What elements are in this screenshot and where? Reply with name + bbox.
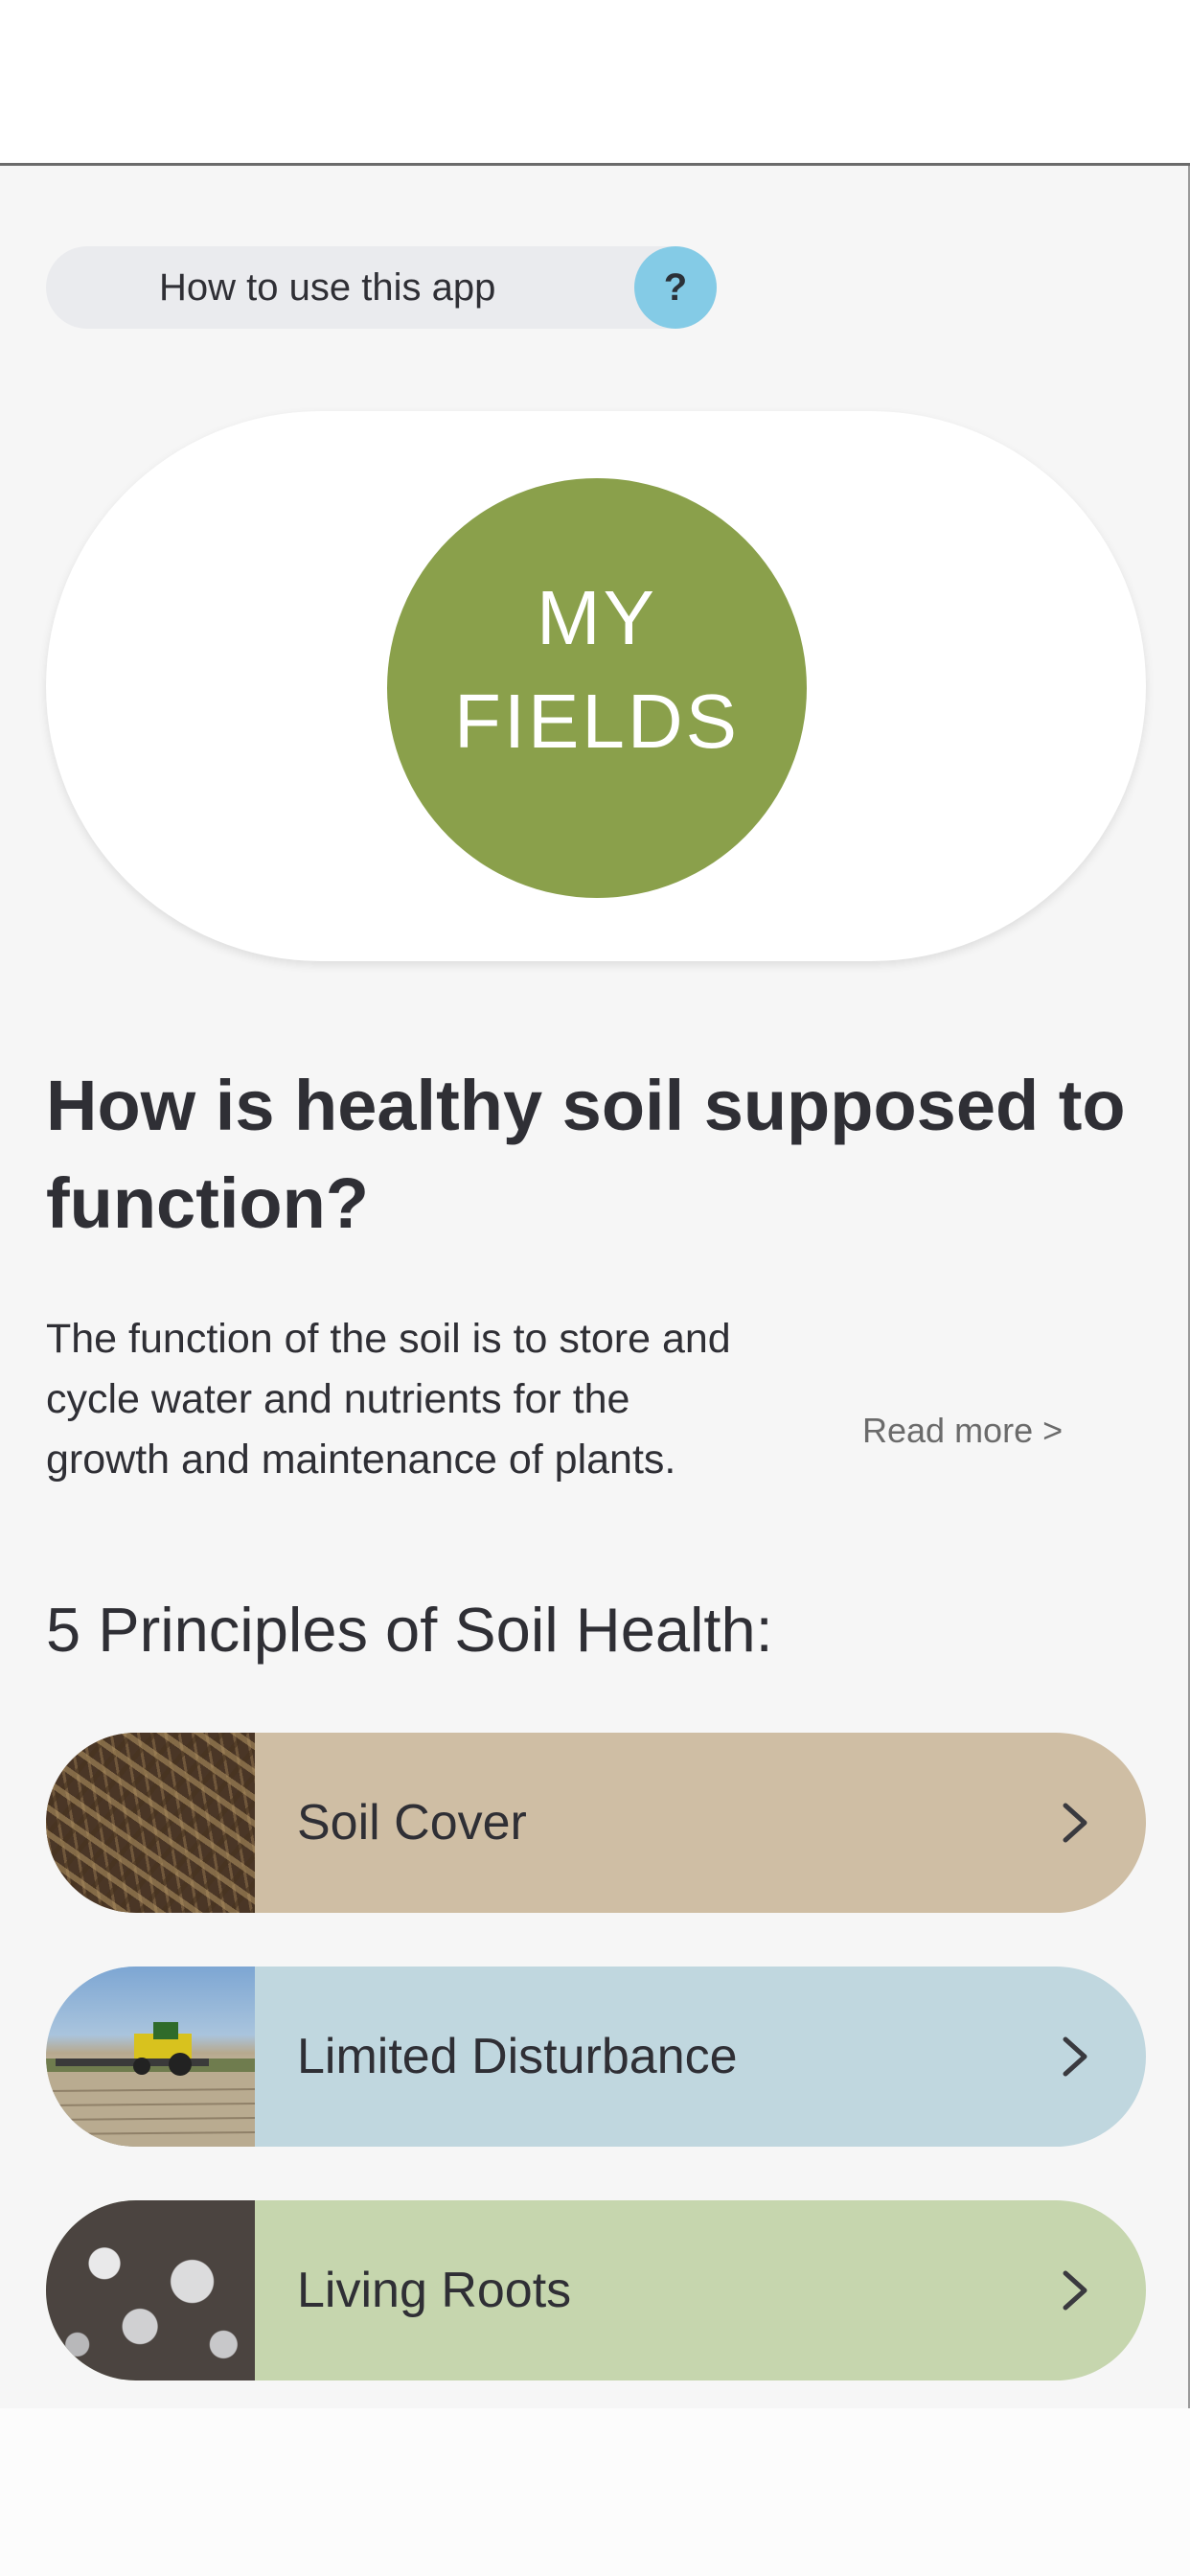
- home-screen: How to use this app ? MY FIELDS How is h…: [0, 166, 1190, 2408]
- principle-soil-cover[interactable]: Soil Cover: [46, 1733, 1146, 1913]
- principle-label: Living Roots: [297, 2263, 572, 2318]
- my-fields-card: MY FIELDS: [46, 411, 1146, 961]
- how-to-use-button[interactable]: How to use this app ?: [46, 246, 717, 329]
- bottom-area: [0, 2408, 1190, 2576]
- how-to-use-label: How to use this app: [159, 266, 496, 309]
- my-fields-label-line1: MY: [537, 575, 657, 660]
- chevron-right-icon: [1063, 1803, 1087, 1843]
- principles-heading: 5 Principles of Soil Health:: [46, 1595, 773, 1665]
- principle-limited-disturbance[interactable]: Limited Disturbance: [46, 1966, 1146, 2147]
- soil-function-description: The function of the soil is to store and…: [46, 1316, 731, 1483]
- my-fields-button[interactable]: MY FIELDS: [387, 478, 807, 898]
- tractor-field-photo: [46, 1966, 256, 2147]
- question-mark-icon[interactable]: ?: [634, 246, 717, 329]
- my-fields-label-line2: FIELDS: [453, 678, 741, 764]
- principle-label: Soil Cover: [297, 1795, 527, 1851]
- soil-cover-photo: [46, 1733, 255, 1913]
- chevron-right-icon: [1063, 2270, 1087, 2311]
- read-more-link[interactable]: Read more >: [862, 1410, 1063, 1452]
- chevron-right-icon: [1063, 2036, 1087, 2077]
- principle-living-roots[interactable]: Living Roots: [46, 2200, 1146, 2380]
- top-status-area: [0, 0, 1190, 166]
- soil-function-heading: How is healthy soil supposed to function…: [46, 1066, 1126, 1243]
- principle-label: Limited Disturbance: [297, 2029, 738, 2084]
- frosted-roots-photo: [46, 2200, 255, 2380]
